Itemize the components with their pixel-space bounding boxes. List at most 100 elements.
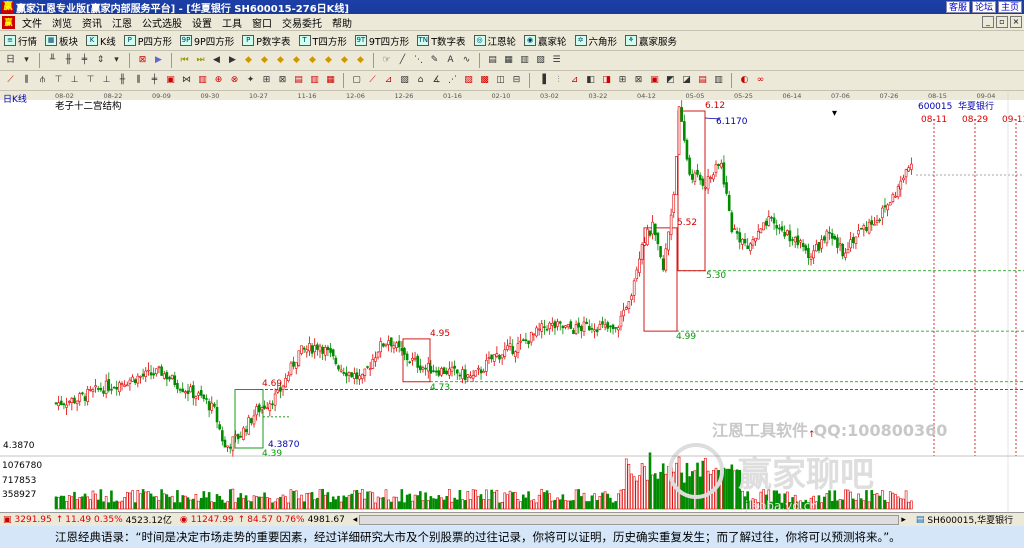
tool-icon[interactable]: ⊟ bbox=[510, 74, 523, 87]
tool-icon[interactable]: ▢ bbox=[350, 74, 363, 87]
left-arrow-icon[interactable]: ◀ bbox=[210, 54, 223, 67]
last-icon[interactable]: ⏭ bbox=[194, 54, 207, 67]
tool-icon[interactable]: ▐ bbox=[536, 74, 549, 87]
tool-icon[interactable]: ▧ bbox=[398, 74, 411, 87]
menu-settings[interactable]: 设置 bbox=[187, 15, 217, 30]
tool-icon[interactable]: ◨ bbox=[600, 74, 613, 87]
target-icon[interactable]: ⊕ bbox=[212, 74, 225, 87]
tool-icon[interactable]: ⊞ bbox=[260, 74, 273, 87]
tool-icon[interactable]: ▣ bbox=[648, 74, 661, 87]
chevron-down-icon[interactable]: ▾ bbox=[20, 54, 33, 67]
chart-type-icon[interactable]: ╫ bbox=[62, 54, 75, 67]
grid-icon[interactable]: ⊠ bbox=[136, 54, 149, 67]
tool-icon[interactable]: ⊥ bbox=[100, 74, 113, 87]
tool-icon[interactable]: ⊠ bbox=[632, 74, 645, 87]
tool-icon[interactable]: ⊗ bbox=[228, 74, 241, 87]
tool-icon[interactable]: ▥ bbox=[308, 74, 321, 87]
minimize-icon[interactable]: _ bbox=[982, 16, 994, 28]
curve-icon[interactable]: ∿ bbox=[460, 54, 473, 67]
doc-icon[interactable]: ▤ bbox=[486, 54, 499, 67]
tool-icon[interactable]: ⊥ bbox=[68, 74, 81, 87]
tool-icon[interactable]: ∡ bbox=[430, 74, 443, 87]
fork-icon[interactable]: ⫛ bbox=[36, 74, 49, 87]
tool-icon[interactable]: ⫼ bbox=[132, 74, 145, 87]
toolbar-button-5[interactable]: P P数字表 bbox=[238, 34, 294, 48]
kline-chart[interactable]: 08-02 08-22 09-09 09-30 10-27 11-16 12-06 12-26… bbox=[0, 91, 1024, 513]
first-icon[interactable]: ⏮ bbox=[178, 54, 191, 67]
menu-help[interactable]: 帮助 bbox=[327, 15, 357, 30]
infinity-icon[interactable]: ∞ bbox=[754, 74, 767, 87]
chart-area[interactable]: 08-02 08-22 09-09 09-30 10-27 11-16 12-06 12-26… bbox=[0, 91, 1024, 513]
toolbar-button-8[interactable]: TN T数字表 bbox=[413, 34, 469, 48]
tool-icon[interactable]: ⫶ bbox=[552, 74, 565, 87]
menu-info[interactable]: 资讯 bbox=[77, 15, 107, 30]
toolbar-button-1[interactable]: ▦ 板块 bbox=[41, 34, 82, 48]
tool-icon[interactable]: ▥ bbox=[196, 74, 209, 87]
tool-icon[interactable]: ⋈ bbox=[180, 74, 193, 87]
draw-line-icon[interactable]: ⟋ bbox=[4, 74, 17, 87]
tool-icon[interactable]: ▤ bbox=[292, 74, 305, 87]
color-icon[interactable]: ◐ bbox=[738, 74, 751, 87]
tool-icon[interactable]: ✦ bbox=[244, 74, 257, 87]
tool-icon[interactable]: ⋰ bbox=[446, 74, 459, 87]
toolbar-button-9[interactable]: ◎ 江恩轮 bbox=[470, 34, 521, 48]
toolbar-button-11[interactable]: ✡ 六角形 bbox=[571, 34, 622, 48]
period-selector[interactable]: 日 bbox=[4, 54, 17, 67]
tool-icon[interactable]: ▥ bbox=[712, 74, 725, 87]
fan-icon[interactable]: ⋱ bbox=[412, 54, 425, 67]
diamond-icon[interactable]: ◆ bbox=[338, 54, 351, 67]
tool-icon[interactable]: ╪ bbox=[148, 74, 161, 87]
tool-icon[interactable]: ▣ bbox=[164, 74, 177, 87]
app-menu-icon[interactable]: 赢 bbox=[2, 15, 15, 29]
tool-icon[interactable]: ⊤ bbox=[84, 74, 97, 87]
tool-icon[interactable]: ⊿ bbox=[382, 74, 395, 87]
calendar-icon[interactable]: ▧ bbox=[534, 54, 547, 67]
tool-icon[interactable]: ⌂ bbox=[414, 74, 427, 87]
toolbar-button-0[interactable]: ≡ 行情 bbox=[0, 34, 41, 48]
tool-icon[interactable]: ⊞ bbox=[616, 74, 629, 87]
menu-formula[interactable]: 公式选股 bbox=[137, 15, 187, 30]
support-link[interactable]: 客服 bbox=[945, 1, 970, 13]
tool-icon[interactable]: ⊤ bbox=[52, 74, 65, 87]
diamond-icon[interactable]: ◆ bbox=[306, 54, 319, 67]
pen-icon[interactable]: ✎ bbox=[428, 54, 441, 67]
scroll-right-icon[interactable]: ▸ bbox=[901, 515, 906, 525]
tool-icon[interactable]: ⟋ bbox=[366, 74, 379, 87]
table-icon[interactable]: ▦ bbox=[502, 54, 515, 67]
scroll-left-icon[interactable]: ◂ bbox=[353, 515, 358, 525]
toolbar-button-6[interactable]: T T四方形 bbox=[295, 34, 351, 48]
play-icon[interactable]: ▶ bbox=[152, 54, 165, 67]
menu-trade[interactable]: 交易委托 bbox=[277, 15, 327, 30]
menu-file[interactable]: 文件 bbox=[17, 15, 47, 30]
dropdown-icon[interactable]: ▾ bbox=[832, 108, 837, 119]
zoom-out-icon[interactable]: ◆ bbox=[258, 54, 271, 67]
toolbar-button-10[interactable]: ◉ 赢家轮 bbox=[520, 34, 571, 48]
list-icon[interactable]: ☰ bbox=[550, 54, 563, 67]
pointer-icon[interactable]: ☞ bbox=[380, 54, 393, 67]
tool-icon[interactable]: ⊠ bbox=[276, 74, 289, 87]
diamond-icon[interactable]: ◆ bbox=[274, 54, 287, 67]
diamond-icon[interactable]: ◆ bbox=[322, 54, 335, 67]
close-icon[interactable]: × bbox=[1010, 16, 1022, 28]
tool-icon[interactable]: ◩ bbox=[664, 74, 677, 87]
tool-icon[interactable]: ▤ bbox=[696, 74, 709, 87]
toolbar-button-4[interactable]: 9P 9P四方形 bbox=[176, 34, 238, 48]
horizontal-scrollbar[interactable] bbox=[359, 514, 900, 525]
diamond-icon[interactable]: ◆ bbox=[354, 54, 367, 67]
tool-icon[interactable]: ◫ bbox=[494, 74, 507, 87]
menu-gann[interactable]: 江恩 bbox=[107, 15, 137, 30]
chart-type-icon[interactable]: ╨ bbox=[46, 54, 59, 67]
chevron-down-icon[interactable]: ▾ bbox=[110, 54, 123, 67]
chart-type-icon[interactable]: ⇕ bbox=[94, 54, 107, 67]
text-tool-icon[interactable]: A bbox=[444, 54, 457, 67]
toolbar-button-3[interactable]: P P四方形 bbox=[120, 34, 176, 48]
menu-window[interactable]: 窗口 bbox=[247, 15, 277, 30]
zoom-in-icon[interactable]: ◆ bbox=[242, 54, 255, 67]
chart-type-icon[interactable]: ╪ bbox=[78, 54, 91, 67]
restore-icon[interactable]: ▫ bbox=[996, 16, 1008, 28]
tool-icon[interactable]: ▦ bbox=[324, 74, 337, 87]
tool-icon[interactable]: ▨ bbox=[462, 74, 475, 87]
toolbar-button-2[interactable]: K K线 bbox=[82, 34, 120, 48]
tool-icon[interactable]: ╫ bbox=[116, 74, 129, 87]
tool-icon[interactable]: ◪ bbox=[680, 74, 693, 87]
